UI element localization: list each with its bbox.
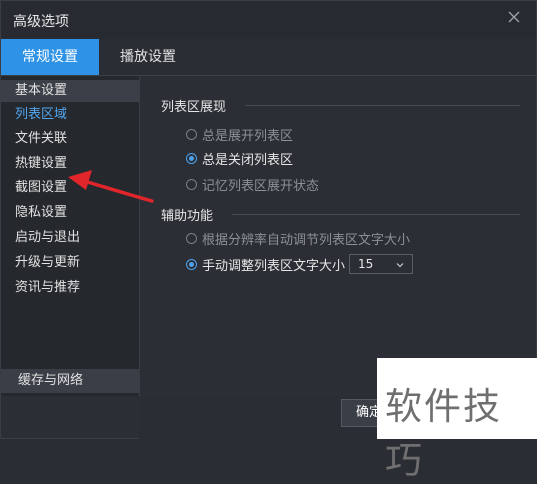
sidebar-item-list-area[interactable]: 列表区域 <box>1 104 139 126</box>
sidebar-item-news[interactable]: 资讯与推荐 <box>1 277 139 299</box>
option-always-expand[interactable]: 总是展开列表区 <box>186 124 293 144</box>
option-label: 根据分辨率自动调节列表区文字大小 <box>202 232 411 248</box>
radio-button-selected[interactable] <box>186 152 197 164</box>
radio-button-selected[interactable] <box>186 258 197 270</box>
option-auto-font-size[interactable]: 根据分辨率自动调节列表区文字大小 <box>186 228 410 248</box>
section-divider <box>232 214 520 215</box>
font-size-value: 15 <box>358 257 374 271</box>
option-remember-state[interactable]: 记忆列表区展开状态 <box>186 174 319 194</box>
font-size-select[interactable]: 15 <box>349 254 414 274</box>
watermark-text: 软件技巧 <box>385 385 502 482</box>
list-display-heading: 列表区展现 <box>161 100 227 115</box>
option-label: 总是展开列表区 <box>202 128 294 144</box>
sidebar-item-privacy[interactable]: 隐私设置 <box>1 202 139 224</box>
radio-button[interactable] <box>186 178 197 190</box>
sidebar-item-screenshot[interactable]: 截图设置 <box>1 177 139 199</box>
radio-button[interactable] <box>186 128 197 140</box>
close-icon[interactable] <box>506 9 522 25</box>
assist-heading: 辅助功能 <box>161 209 214 224</box>
option-label: 手动调整列表区文字大小 <box>202 258 346 274</box>
title-bar: 高级选项 <box>1 1 536 39</box>
window-title: 高级选项 <box>13 14 69 30</box>
tab-bar: 常规设置 播放设置 <box>1 39 536 76</box>
sidebar-item-upgrade[interactable]: 升级与更新 <box>1 252 139 274</box>
settings-panel: 列表区展现 总是展开列表区 总是关闭列表区 记忆列表区展开状态 辅助功能 根据分… <box>141 76 536 396</box>
option-always-collapse[interactable]: 总是关闭列表区 <box>186 148 293 168</box>
sidebar-item-file-association[interactable]: 文件关联 <box>1 128 139 150</box>
tab-general-settings[interactable]: 常规设置 <box>1 39 99 75</box>
option-label: 记忆列表区展开状态 <box>202 178 320 194</box>
tab-playback-settings[interactable]: 播放设置 <box>106 39 190 75</box>
chevron-down-icon <box>395 259 405 273</box>
sidebar-item-hotkeys[interactable]: 热键设置 <box>1 153 139 175</box>
sidebar-item-startup-exit[interactable]: 启动与退出 <box>1 227 139 249</box>
radio-button[interactable] <box>186 232 197 244</box>
watermark: 软件技巧 <box>377 358 537 482</box>
sidebar-item-cache-network[interactable]: 缓存与网络 <box>1 369 139 393</box>
option-label: 总是关闭列表区 <box>202 152 294 168</box>
sidebar: 基本设置 列表区域 文件关联 热键设置 截图设置 隐私设置 启动与退出 升级与更… <box>1 76 140 396</box>
section-divider <box>245 105 520 106</box>
option-manual-font-size[interactable]: 手动调整列表区文字大小 15 <box>186 254 414 274</box>
sidebar-item-basic[interactable]: 基本设置 <box>1 80 139 102</box>
